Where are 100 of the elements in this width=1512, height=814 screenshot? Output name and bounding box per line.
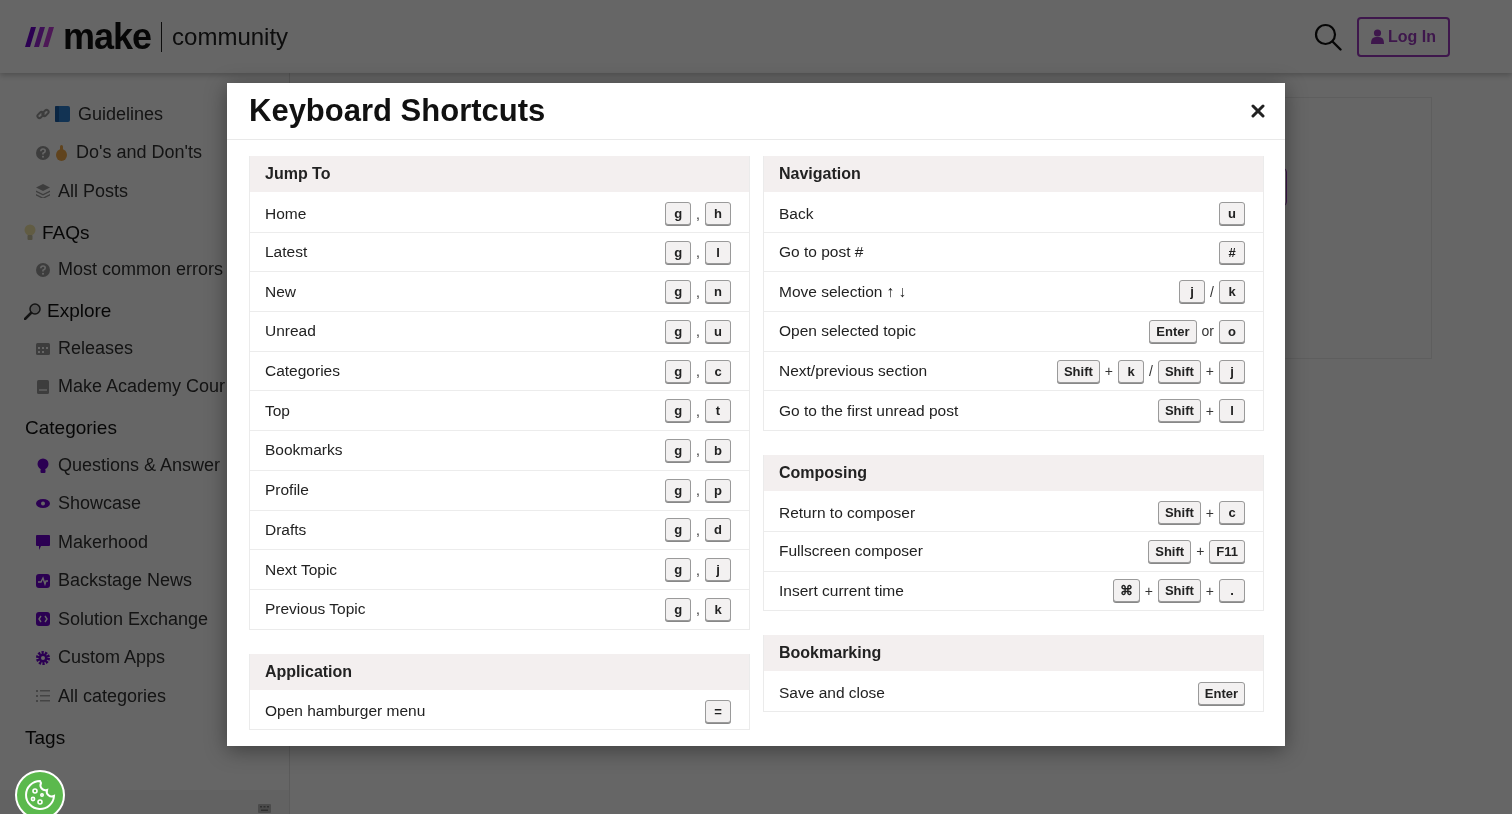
sidebar-heading: Tags <box>25 726 66 749</box>
key-cap: g <box>665 319 692 343</box>
key-separator: , <box>695 363 701 380</box>
sidebar-item[interactable]: Make Academy Cour <box>0 367 226 406</box>
sidebar-item[interactable]: Backstage News <box>0 561 193 600</box>
key-separator: or <box>1200 323 1215 340</box>
code-icon <box>36 612 50 627</box>
key-cap: p <box>705 478 731 502</box>
key-cap: g <box>665 280 692 304</box>
magnifier-icon <box>24 302 41 320</box>
book-icon <box>55 106 70 123</box>
sidebar-item[interactable]: Most common errors <box>0 250 224 289</box>
key-cap: k <box>705 597 731 621</box>
key-cap: g <box>665 597 692 621</box>
key-cap: Shift <box>1157 579 1201 603</box>
hand-icon <box>55 144 68 161</box>
key-cap: l <box>1219 399 1245 423</box>
key-cap: n <box>705 280 731 304</box>
sidebar-item[interactable]: Solution Exchange <box>0 600 209 639</box>
key-separator: , <box>695 323 701 340</box>
shortcut-label: Unread <box>265 322 316 341</box>
sidebar-item[interactable]: Custom Apps <box>0 638 166 677</box>
group-title: Bookmarking <box>779 644 882 663</box>
sidebar-heading: Explore <box>47 300 112 322</box>
shortcut-label: Next Topic <box>265 560 338 579</box>
key-cap: j <box>1219 359 1245 383</box>
sidebar-item[interactable]: Makerhood <box>0 523 149 562</box>
group-title: Composing <box>779 464 867 483</box>
question-icon <box>36 145 50 160</box>
sidebar-item[interactable]: Showcase <box>0 484 142 523</box>
key-separator: , <box>695 601 701 618</box>
layers-icon <box>36 184 50 199</box>
key-separator: , <box>695 402 701 419</box>
link-icon <box>36 107 50 122</box>
shortcut-label: Profile <box>265 481 309 500</box>
key-cap: Shift <box>1148 539 1192 563</box>
sidebar-item[interactable]: All categories <box>0 677 167 716</box>
cookie-button[interactable] <box>15 770 65 814</box>
shortcut-label: Latest <box>265 243 308 262</box>
key-cap: g <box>665 202 692 226</box>
shortcut-label: Previous Topic <box>265 600 366 619</box>
logo-wordmark[interactable]: make <box>63 15 152 58</box>
key-cap: u <box>1219 202 1245 226</box>
key-cap: g <box>665 558 692 582</box>
key-cap: Enter <box>1197 681 1245 705</box>
key-separator: + <box>1143 582 1154 599</box>
shortcut-label: Fullscreen composer <box>779 542 923 561</box>
key-cap: j <box>705 558 731 582</box>
login-button[interactable]: Log In <box>1357 16 1450 57</box>
sidebar-item[interactable]: Releases <box>0 329 134 368</box>
shortcut-label: Go to the first unread post <box>779 401 959 420</box>
shortcut-label: Move selection ↑ ↓ <box>779 282 907 301</box>
search-icon[interactable] <box>1314 22 1342 51</box>
gear-icon <box>36 650 50 665</box>
key-cap: g <box>665 478 692 502</box>
close-icon[interactable] <box>1251 104 1265 118</box>
key-separator: , <box>695 283 701 300</box>
sidebar-item[interactable]: Questions & Answer <box>0 446 221 485</box>
eye-icon <box>36 499 50 509</box>
sidebar-item[interactable]: All Posts <box>0 172 129 211</box>
shortcut-label: Categories <box>265 362 340 381</box>
shortcut-label: Open hamburger menu <box>265 702 426 721</box>
key-separator: / <box>1148 363 1154 380</box>
key-separator: + <box>1204 363 1215 380</box>
shortcut-label: New <box>265 282 296 301</box>
key-separator: + <box>1195 543 1206 560</box>
key-cap: k <box>1219 280 1245 304</box>
key-cap: = <box>705 699 731 723</box>
shortcut-label: Bookmarks <box>265 441 343 460</box>
key-cap: j <box>1179 280 1206 304</box>
key-separator: + <box>1204 504 1215 521</box>
key-cap: g <box>665 240 692 264</box>
key-cap: h <box>705 202 731 226</box>
key-cap: g <box>665 518 692 542</box>
key-cap: . <box>1219 579 1245 603</box>
key-cap: g <box>665 359 692 383</box>
key-cap: g <box>665 438 692 462</box>
lightbulb-icon <box>36 457 50 473</box>
shortcut-label: Back <box>779 204 814 223</box>
key-separator: + <box>1204 402 1215 419</box>
key-cap: c <box>705 359 731 383</box>
key-cap: Shift <box>1157 399 1201 423</box>
key-cap: # <box>1219 240 1245 264</box>
site-name: community <box>172 22 289 51</box>
shortcut-label: Return to composer <box>779 503 916 522</box>
key-cap: c <box>1219 501 1245 525</box>
calendar-icon <box>36 341 50 356</box>
key-cap: t <box>705 399 731 423</box>
key-cap: Shift <box>1157 501 1201 525</box>
key-cap: F11 <box>1209 539 1245 563</box>
sidebar-item[interactable]: Guidelines <box>0 95 164 134</box>
key-cap: k <box>1118 359 1145 383</box>
logo-icon[interactable] <box>25 26 55 47</box>
key-cap: u <box>705 319 731 343</box>
person-icon <box>1371 29 1384 44</box>
sidebar-item[interactable]: Do's and Don'ts <box>0 133 202 172</box>
key-cap: b <box>705 438 731 462</box>
shortcut-label: Drafts <box>265 520 307 539</box>
dialog-title: Keyboard Shortcuts <box>249 93 546 129</box>
key-separator: + <box>1204 582 1215 599</box>
